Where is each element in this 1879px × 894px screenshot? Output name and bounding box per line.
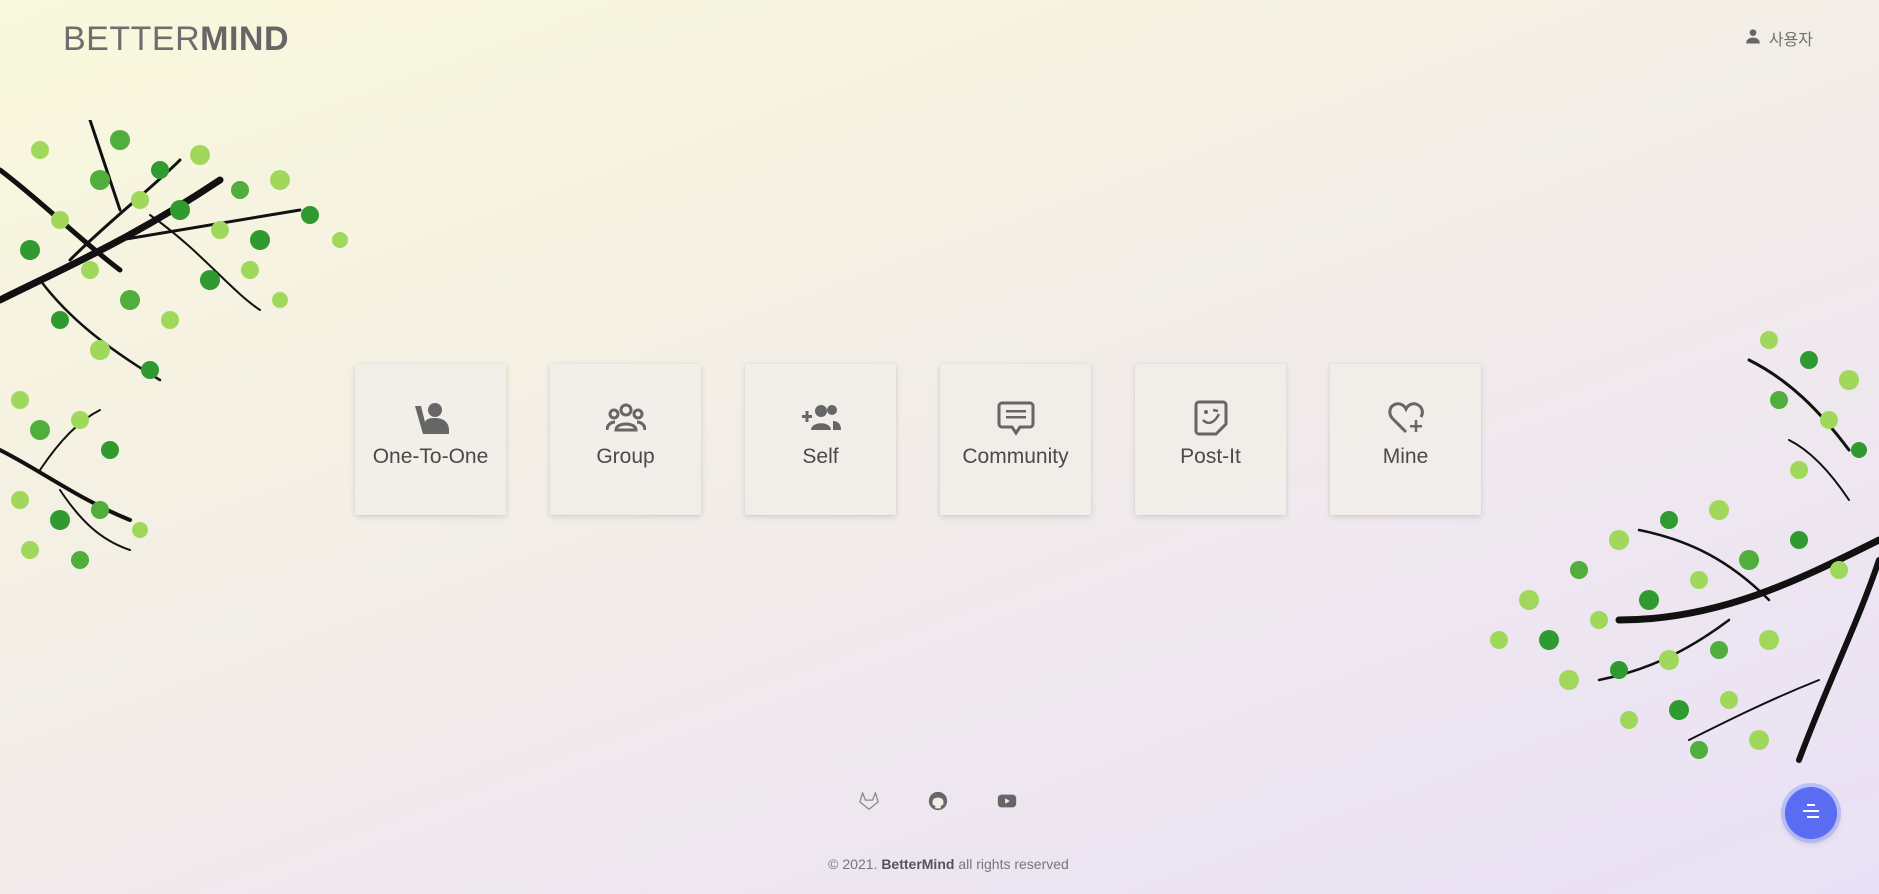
brand-logo-bold: MIND [200, 20, 290, 58]
card-one-to-one[interactable]: One-To-One [355, 364, 506, 515]
card-self[interactable]: Self [745, 364, 896, 515]
card-label: Mine [1382, 445, 1429, 468]
group-icon [605, 400, 646, 441]
footer: © 2021. BetterMind all rights reserved [0, 856, 1879, 872]
chat-bubble-icon [996, 400, 1036, 441]
card-label: Self [802, 445, 839, 468]
card-label: Group [596, 445, 655, 468]
sticky-note-icon [1191, 400, 1231, 441]
card-community[interactable]: Community [940, 364, 1091, 515]
menu-lines-icon [1799, 799, 1823, 828]
user-menu[interactable]: 사용자 [1743, 26, 1813, 50]
person-icon [1743, 26, 1763, 50]
menu-fab-button[interactable] [1785, 787, 1837, 839]
user-label: 사용자 [1768, 30, 1813, 49]
footer-brand: BetterMind [881, 856, 955, 872]
brand-logo[interactable]: BETTERMIND [63, 20, 289, 59]
tree-branch-right-image [1490, 331, 1879, 763]
card-post-it[interactable]: Post-It [1135, 364, 1286, 515]
card-label: Post-It [1180, 445, 1241, 468]
gitlab-icon[interactable] [858, 790, 880, 812]
menu-cards: One-To-One Group Self Community Post-It … [355, 364, 1481, 515]
footer-rights: all rights reserved [958, 856, 1069, 872]
youtube-icon[interactable] [996, 790, 1018, 812]
social-links [858, 790, 1018, 812]
github-icon[interactable] [927, 790, 949, 812]
card-group[interactable]: Group [550, 364, 701, 515]
tree-branch-left-image [0, 120, 348, 569]
card-mine[interactable]: Mine [1330, 364, 1481, 515]
card-label: Community [962, 445, 1069, 468]
card-label: One-To-One [372, 445, 489, 468]
footer-copyright: © 2021. [828, 856, 878, 872]
heart-plus-icon [1386, 400, 1426, 441]
brand-logo-light: BETTER [63, 20, 201, 58]
person-one-to-one-icon [411, 400, 451, 441]
person-add-icon [801, 400, 841, 441]
